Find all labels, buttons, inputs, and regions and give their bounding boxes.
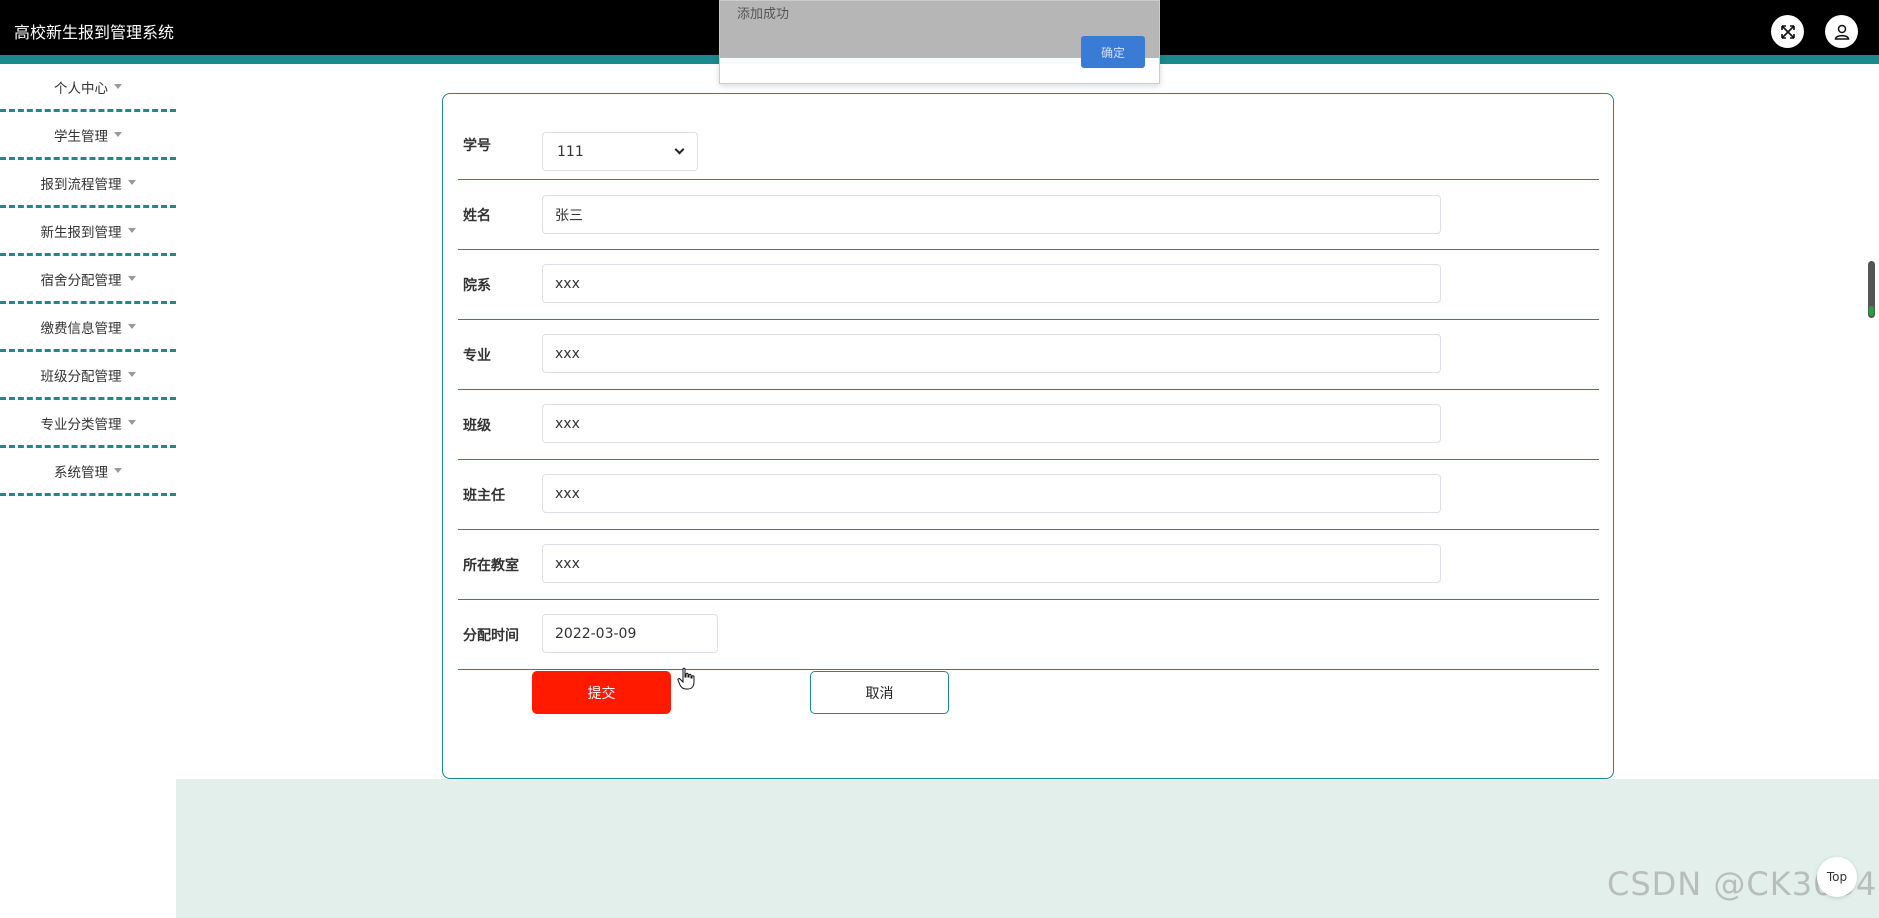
sidebar-item-label: 班级分配管理: [40, 368, 122, 385]
sidebar-item-label: 学生管理: [54, 128, 108, 145]
field-label: 所在教室: [463, 558, 519, 574]
class-input[interactable]: xxx: [542, 404, 1441, 443]
sidebar-item-student-management[interactable]: 学生管理: [0, 112, 176, 160]
sidebar-item-label: 系统管理: [54, 464, 108, 481]
form-row-classroom: 所在教室 xxx: [458, 530, 1599, 600]
allocation-date-input[interactable]: 2022-03-09: [542, 614, 718, 653]
app-title: 高校新生报到管理系统: [14, 23, 175, 42]
major-input[interactable]: xxx: [542, 334, 1441, 373]
caret-down-icon: [127, 276, 136, 281]
sidebar-menu: 个人中心 学生管理 报到流程管理 新生报到管理 宿舍分配管理 缴费信息管理 班级…: [0, 64, 176, 496]
form-row-head-teacher: 班主任 xxx: [458, 460, 1599, 530]
dialog-confirm-button[interactable]: 确定: [1081, 36, 1145, 68]
sidebar-item-payment-info[interactable]: 缴费信息管理: [0, 304, 176, 352]
caret-down-icon: [127, 180, 136, 185]
fullscreen-button[interactable]: [1771, 15, 1804, 48]
form-row-class: 班级 xxx: [458, 390, 1599, 460]
caret-down-icon: [127, 420, 136, 425]
field-label: 院系: [463, 278, 491, 294]
sidebar-item-freshman-registration[interactable]: 新生报到管理: [0, 208, 176, 256]
sidebar-item-system-management[interactable]: 系统管理: [0, 448, 176, 496]
cancel-button[interactable]: 取消: [810, 671, 949, 714]
scrollbar-indicator: [1869, 306, 1874, 316]
sidebar-item-class-allocation[interactable]: 班级分配管理: [0, 352, 176, 400]
back-to-top-button[interactable]: Top: [1817, 857, 1857, 897]
caret-down-icon: [127, 228, 136, 233]
sidebar-item-label: 宿舍分配管理: [40, 272, 122, 289]
class-allocation-form: 学号 111 姓名 张三 院系 xxx 专业 xxx 班级 xxx 班主任 xx…: [442, 93, 1614, 779]
form-row-name: 姓名 张三: [458, 180, 1599, 250]
submit-button[interactable]: 提交: [532, 671, 671, 714]
user-icon: [1834, 24, 1849, 40]
form-row-major: 专业 xxx: [458, 320, 1599, 390]
sidebar-item-label: 个人中心: [54, 80, 108, 97]
student-id-value: 111: [557, 143, 584, 160]
head-teacher-input[interactable]: xxx: [542, 474, 1441, 513]
sidebar-item-label: 报到流程管理: [40, 176, 122, 193]
field-label: 分配时间: [463, 628, 519, 644]
classroom-input[interactable]: xxx: [542, 544, 1441, 583]
sidebar-item-major-category[interactable]: 专业分类管理: [0, 400, 176, 448]
sidebar-item-personal-center[interactable]: 个人中心: [0, 64, 176, 112]
field-label: 姓名: [463, 208, 491, 224]
form-row-student-id: 学号 111: [458, 102, 1599, 180]
caret-down-icon: [114, 132, 122, 137]
field-label: 班主任: [463, 488, 505, 504]
field-label: 学号: [463, 138, 491, 154]
chevron-down-icon: [674, 144, 685, 155]
name-input[interactable]: 张三: [542, 195, 1441, 234]
sidebar-item-dorm-allocation[interactable]: 宿舍分配管理: [0, 256, 176, 304]
user-menu-button[interactable]: [1825, 15, 1858, 48]
form-row-department: 院系 xxx: [458, 250, 1599, 320]
sidebar-item-label: 新生报到管理: [40, 224, 122, 241]
caret-down-icon: [114, 84, 122, 89]
department-input[interactable]: xxx: [542, 264, 1441, 303]
dialog-message: 添加成功: [737, 7, 790, 22]
hand-cursor-icon: [677, 667, 695, 690]
success-dialog: 添加成功 确定: [719, 0, 1160, 84]
sidebar-item-registration-process[interactable]: 报到流程管理: [0, 160, 176, 208]
caret-down-icon: [127, 372, 136, 377]
caret-down-icon: [127, 324, 136, 329]
field-label: 班级: [463, 418, 491, 434]
form-row-allocation-time: 分配时间 2022-03-09: [458, 600, 1599, 670]
sidebar-item-label: 专业分类管理: [40, 416, 122, 433]
student-id-select[interactable]: 111: [542, 132, 698, 171]
sidebar-item-label: 缴费信息管理: [40, 320, 122, 337]
caret-down-icon: [114, 468, 122, 473]
field-label: 专业: [463, 348, 491, 364]
expand-icon: [1780, 24, 1795, 39]
